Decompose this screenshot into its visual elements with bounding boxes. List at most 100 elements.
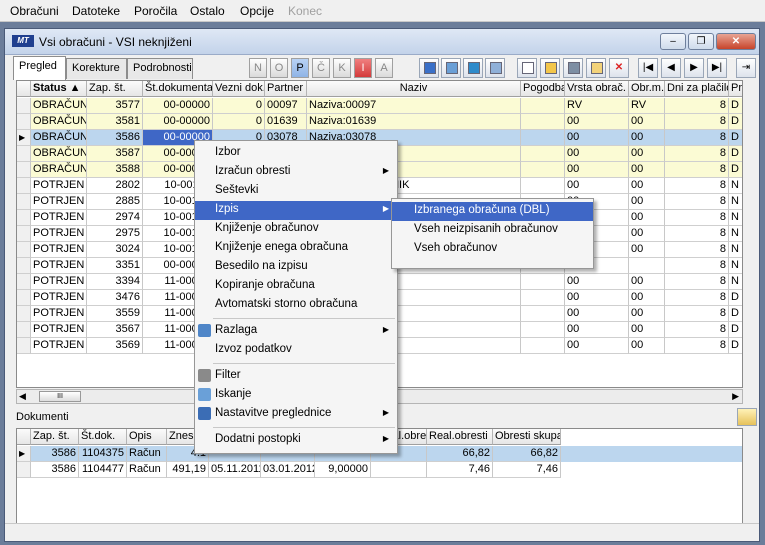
menu-item-seštevki[interactable]: Seštevki xyxy=(195,182,397,201)
cell: 00 xyxy=(565,306,629,322)
first-record-icon[interactable]: |◀ xyxy=(638,58,658,78)
window-titlebar[interactable]: MT Vsi obračuni - VSI neknjiženi – ❐ ✕ xyxy=(5,29,759,55)
filter-button-a[interactable]: A xyxy=(375,58,393,78)
submenu-item-0[interactable]: Izbranega obračuna (DBL) xyxy=(392,202,593,221)
menu-poročila[interactable]: Poročila xyxy=(134,4,177,18)
menu-item-dodatni-postopki[interactable]: Dodatni postopki ▶ xyxy=(195,431,397,450)
menu-item-knjiženje-obračunov[interactable]: Knjiženje obračunov xyxy=(195,220,397,239)
menu-obračuni[interactable]: Obračuni xyxy=(10,4,59,18)
menu-ostalo[interactable]: Ostalo xyxy=(190,4,225,18)
column-header-5[interactable]: Naziv xyxy=(307,81,521,97)
delete-icon[interactable]: ✕ xyxy=(609,58,629,78)
cell: 8 xyxy=(665,98,729,114)
column-header-4[interactable]: Partner xyxy=(265,81,307,97)
previous-record-icon[interactable]: ◀ xyxy=(661,58,681,78)
dok-column-header-8[interactable]: Real.obresti xyxy=(427,429,493,445)
column-header-9[interactable]: Dni za plačilo xyxy=(665,81,729,97)
menu-item-label: Izbor xyxy=(215,146,241,158)
dok-column-header-2[interactable]: Opis xyxy=(127,429,167,445)
dok-column-header-1[interactable]: Št.dok. xyxy=(79,429,127,445)
submenu-arrow-icon: ▶ xyxy=(382,166,389,175)
menu-item-avtomatski-storno-obračuna[interactable]: Avtomatski storno obračuna xyxy=(195,296,397,315)
scroll-right-icon[interactable]: ▶ xyxy=(732,391,739,402)
cell: 00 xyxy=(565,274,629,290)
menu-datoteke[interactable]: Datoteke xyxy=(72,4,120,18)
next-record-icon[interactable]: ▶ xyxy=(684,58,704,78)
cell: 3394 xyxy=(87,274,143,290)
menu-item-knjiženje-enega-obračuna[interactable]: Knjiženje enega obračuna xyxy=(195,239,397,258)
cell: N xyxy=(729,210,742,226)
column-header-10[interactable]: Pren xyxy=(729,81,742,97)
documents-label: Dokumenti xyxy=(16,411,69,423)
cell: 3586 xyxy=(87,130,143,146)
cell xyxy=(521,290,565,306)
tab-podrobnosti[interactable]: Podrobnosti xyxy=(127,58,193,79)
menu-item-izpis[interactable]: Izpis ▶ xyxy=(195,201,397,220)
cell: D xyxy=(729,130,742,146)
scroll-left-icon[interactable]: ◀ xyxy=(19,391,26,402)
cell: 00 xyxy=(629,194,665,210)
cell: 8 xyxy=(665,210,729,226)
submenu-item-1[interactable]: Vseh neizpisanih obračunov xyxy=(392,221,593,240)
cell: 00-00000 xyxy=(143,98,213,114)
menu-item-besedilo-na-izpisu[interactable]: Besedilo na izpisu xyxy=(195,258,397,277)
filter-button-k[interactable]: K xyxy=(333,58,351,78)
cell: 8 xyxy=(665,114,729,130)
column-header-6[interactable]: Pogodba xyxy=(521,81,565,97)
filter-button-č[interactable]: Č xyxy=(312,58,330,78)
tab-korekture[interactable]: Korekture xyxy=(66,58,127,79)
table-row[interactable]: OBRAČUN 3581 00-00000 0 01639 Naziva:01639 00 0… xyxy=(17,114,742,130)
menu-item-izbor[interactable]: Izbor xyxy=(195,144,397,163)
column-header-2[interactable]: Št.dokumenta xyxy=(143,81,213,97)
cell: 00097 xyxy=(265,98,307,114)
menu-item-izvoz-podatkov[interactable]: Izvoz podatkov xyxy=(195,341,397,360)
menu-item-label: Knjiženje enega obračuna xyxy=(215,241,348,253)
filter-button-n[interactable]: N xyxy=(249,58,267,78)
cell: 8 xyxy=(665,338,729,354)
submenu-item-2[interactable]: Vseh obračunov xyxy=(392,240,593,259)
column-header-1[interactable]: Zap. št. xyxy=(87,81,143,97)
menu-item-nastavitve-preglednice[interactable]: Nastavitve preglednice ▶ xyxy=(195,405,397,424)
cell: 8 xyxy=(665,162,729,178)
minimize-button[interactable]: – xyxy=(660,33,686,50)
filter-button-o[interactable]: O xyxy=(270,58,288,78)
cell: 00 xyxy=(565,290,629,306)
row-indicator xyxy=(17,290,31,306)
table-row[interactable]: 3586 1104477 Račun 491,19 05.11.2011 03.01.20… xyxy=(17,462,742,478)
dok-column-header-0[interactable]: Zap. št. xyxy=(31,429,79,445)
cell: OBRAČUN xyxy=(31,130,87,146)
cell: 00 xyxy=(629,114,665,130)
column-header-8[interactable]: Obr.m. xyxy=(629,81,665,97)
cell: 01639 xyxy=(265,114,307,130)
filter-button-i[interactable]: I xyxy=(354,58,372,78)
dok-column-header-9[interactable]: Obresti skupaj xyxy=(493,429,561,445)
tab-pregled[interactable]: Pregled xyxy=(13,56,66,80)
filter-button-p[interactable]: P xyxy=(291,58,309,78)
cell: 8 xyxy=(665,178,729,194)
restore-button[interactable]: ❐ xyxy=(688,33,714,50)
menu-item-izračun-obresti[interactable]: Izračun obresti ▶ xyxy=(195,163,397,182)
cell: 66,82 xyxy=(493,446,561,462)
cell: N xyxy=(729,178,742,194)
menu-item-kopiranje-obračuna[interactable]: Kopiranje obračuna xyxy=(195,277,397,296)
menu-opcije[interactable]: Opcije xyxy=(240,4,274,18)
column-header-0[interactable]: Status ▲ xyxy=(31,81,87,97)
column-header-3[interactable]: Vezni dok. xyxy=(213,81,265,97)
menu-item-iskanje[interactable]: Iskanje xyxy=(195,386,397,405)
close-button[interactable]: ✕ xyxy=(716,33,756,50)
submenu-arrow-icon: ▶ xyxy=(382,325,389,334)
cell: D xyxy=(729,162,742,178)
last-record-icon[interactable]: ▶| xyxy=(707,58,727,78)
table-row[interactable]: OBRAČUN 3577 00-00000 0 00097 Naziva:00097 RV R… xyxy=(17,98,742,114)
open-folder-icon[interactable] xyxy=(737,408,757,426)
exit-icon[interactable]: ⇥ xyxy=(736,58,756,78)
cell: 00 xyxy=(565,130,629,146)
menu-item-razlaga[interactable]: Razlaga ▶ xyxy=(195,322,397,341)
scroll-thumb[interactable]: III xyxy=(39,391,81,402)
column-header-7[interactable]: Vrsta obrač. xyxy=(565,81,629,97)
menu-item-filter[interactable]: Filter xyxy=(195,367,397,386)
row-indicator xyxy=(17,274,31,290)
cell: 03.01.2012 xyxy=(261,462,315,478)
cell xyxy=(371,462,427,478)
cell: 00 xyxy=(629,306,665,322)
